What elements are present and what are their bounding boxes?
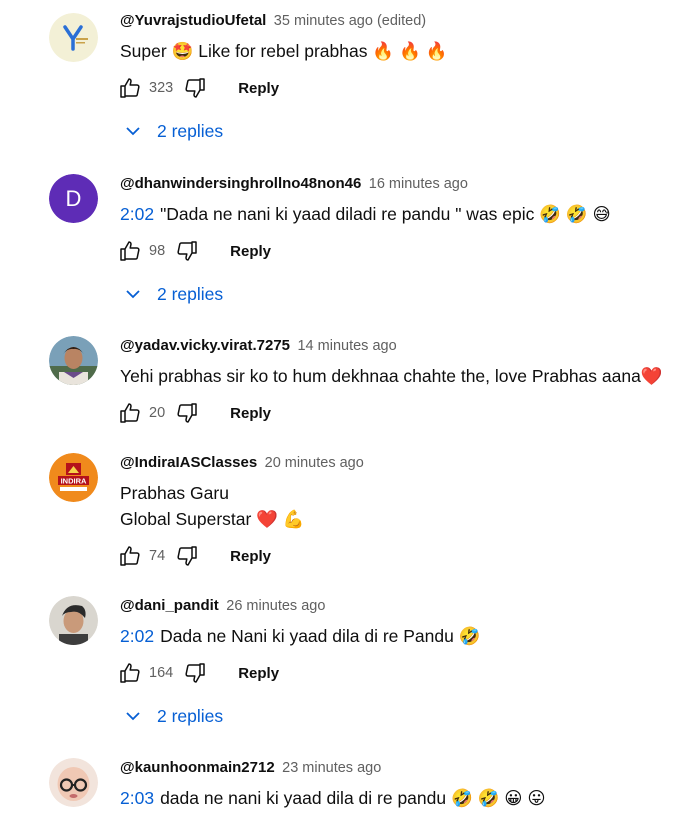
thumbs-up-icon — [120, 403, 140, 423]
thumbs-up-icon — [120, 546, 140, 566]
comment-header: @dhanwindersinghrollno48non46 16 minutes… — [120, 174, 468, 194]
comment-actions: 98 Reply — [118, 238, 271, 264]
reply-button[interactable]: Reply — [238, 80, 279, 97]
view-replies-button[interactable]: 2 replies — [122, 118, 223, 144]
comment-actions: 20 Reply — [118, 400, 271, 426]
comment-text: Super 🤩 Like for rebel prabhas 🔥 🔥 🔥 — [120, 41, 448, 61]
comment-text: 2:02 "Dada ne nani ki yaad diladi re pand… — [120, 202, 611, 226]
author-handle[interactable]: @IndiraIASClasses — [120, 454, 257, 471]
avatar[interactable] — [49, 758, 98, 807]
author-handle[interactable]: @yadav.vicky.virat.7275 — [120, 337, 290, 354]
comment-header: @YuvrajstudioUfetal 35 minutes ago (edit… — [120, 11, 426, 31]
like-button[interactable] — [118, 401, 142, 425]
comment-body: "Dada ne nani ki yaad diladi re pandu " … — [160, 204, 611, 224]
comment-time[interactable]: 16 minutes ago — [369, 176, 468, 192]
dislike-button[interactable] — [183, 76, 207, 100]
like-count: 74 — [149, 548, 166, 564]
dislike-button[interactable] — [175, 544, 199, 568]
avatar[interactable]: INDIRA — [49, 453, 98, 502]
comment-time[interactable]: 20 minutes ago — [265, 455, 364, 471]
comment-time[interactable]: 35 minutes ago (edited) — [274, 13, 426, 29]
like-button[interactable] — [118, 76, 142, 100]
dislike-button[interactable] — [175, 239, 199, 263]
comment-time[interactable]: 26 minutes ago — [226, 598, 325, 614]
like-count: 98 — [149, 243, 166, 259]
comment-time[interactable]: 14 minutes ago — [297, 338, 396, 354]
chevron-down-icon — [122, 120, 144, 142]
author-handle[interactable]: @dhanwindersinghrollno48non46 — [120, 175, 361, 192]
comment-text: Global Superstar ❤️ 💪 — [120, 509, 305, 529]
timestamp-link[interactable]: 2:02 — [120, 204, 154, 224]
view-replies-button[interactable]: 2 replies — [122, 281, 223, 307]
comment-header: @kaunhoonmain2712 23 minutes ago — [120, 758, 381, 778]
svg-text:INDIRA: INDIRA — [61, 477, 87, 486]
thumbs-down-icon — [185, 663, 205, 683]
comment-body: Dada ne Nani ki yaad dila di re Pandu 🤣 — [160, 626, 481, 646]
avatar[interactable] — [49, 336, 98, 385]
reply-button[interactable]: Reply — [230, 548, 271, 565]
thumbs-up-icon — [120, 663, 140, 683]
thumbs-up-icon — [120, 241, 140, 261]
replies-label: 2 replies — [157, 120, 224, 141]
comment-header: @yadav.vicky.virat.7275 14 minutes ago — [120, 336, 397, 356]
like-button[interactable] — [118, 544, 142, 568]
comment-text: 2:02 Dada ne Nani ki yaad dila di re Pand… — [120, 624, 481, 648]
comment-text: Yehi prabhas sir ko to hum dekhnaa chaht… — [120, 366, 663, 386]
author-handle[interactable]: @kaunhoonmain2712 — [120, 759, 275, 776]
thumbs-up-icon — [120, 78, 140, 98]
avatar[interactable]: D — [49, 174, 98, 223]
like-button[interactable] — [118, 239, 142, 263]
thumbs-down-icon — [185, 78, 205, 98]
comment-header: @IndiraIASClasses 20 minutes ago — [120, 453, 364, 473]
dislike-button[interactable] — [175, 401, 199, 425]
comment-actions: 74 Reply — [118, 543, 271, 569]
chevron-down-icon — [122, 705, 144, 727]
reply-button[interactable]: Reply — [230, 243, 271, 260]
comment-time[interactable]: 23 minutes ago — [282, 760, 381, 776]
thumbs-down-icon — [177, 546, 197, 566]
author-handle[interactable]: @YuvrajstudioUfetal — [120, 12, 266, 29]
reply-button[interactable]: Reply — [238, 665, 279, 682]
replies-label: 2 replies — [157, 705, 224, 726]
comment-text: Prabhas Garu — [120, 483, 229, 503]
comment-body: dada ne nani ki yaad dila di re pandu 🤣 … — [160, 788, 546, 808]
timestamp-link[interactable]: 2:03 — [120, 788, 154, 808]
like-button[interactable] — [118, 661, 142, 685]
comment-actions: 323 Reply — [118, 75, 279, 101]
like-count: 164 — [149, 665, 174, 681]
like-count: 20 — [149, 405, 166, 421]
comment-actions: 164 Reply — [118, 660, 279, 686]
author-handle[interactable]: @dani_pandit — [120, 597, 219, 614]
dislike-button[interactable] — [183, 661, 207, 685]
svg-text:D: D — [66, 186, 82, 211]
replies-label: 2 replies — [157, 283, 224, 304]
comment-header: @dani_pandit 26 minutes ago — [120, 596, 325, 616]
view-replies-button[interactable]: 2 replies — [122, 703, 223, 729]
comment-text: 2:03 dada ne nani ki yaad dila di re pand… — [120, 786, 546, 810]
reply-button[interactable]: Reply — [230, 405, 271, 422]
timestamp-link[interactable]: 2:02 — [120, 626, 154, 646]
avatar[interactable] — [49, 13, 98, 62]
avatar[interactable] — [49, 596, 98, 645]
chevron-down-icon — [122, 283, 144, 305]
thumbs-down-icon — [177, 241, 197, 261]
like-count: 323 — [149, 80, 174, 96]
thumbs-down-icon — [177, 403, 197, 423]
